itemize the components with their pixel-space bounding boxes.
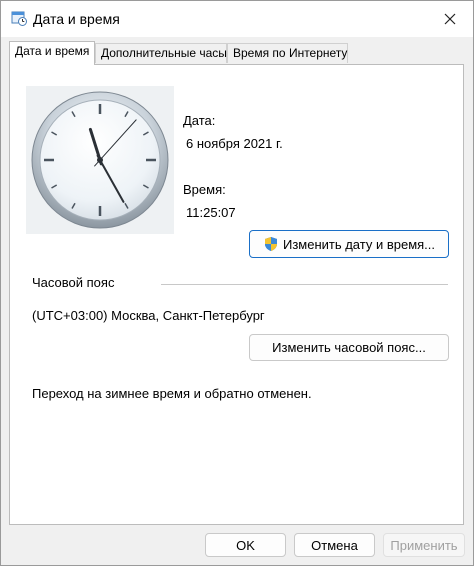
time-value: 11:25:07 [186,205,236,220]
analog-clock [26,86,174,234]
date-label: Дата: [183,113,216,128]
dialog-footer: OK Отмена Применить [1,525,473,565]
date-value: 6 ноября 2021 г. [186,136,283,151]
time-label: Время: [183,182,226,197]
timezone-separator [161,284,448,285]
dst-note: Переход на зимнее время и обратно отмене… [32,386,312,401]
timezone-section-label: Часовой пояс [32,275,115,290]
clock-center-pin [97,157,103,163]
change-date-time-button[interactable]: Изменить дату и время... [249,230,449,258]
tab-strip: Дата и время Дополнительные часы Время п… [9,41,469,65]
calendar-clock-icon [11,11,27,26]
close-icon [444,13,456,25]
tab-internet-time[interactable]: Время по Интернету [227,43,348,63]
timezone-value: (UTC+03:00) Москва, Санкт-Петербург [32,308,265,323]
change-timezone-button[interactable]: Изменить часовой пояс... [249,334,449,361]
window-title: Дата и время [33,11,120,27]
tab-panel: Дата: 6 ноября 2021 г. Время: 11:25:07 И… [9,64,464,525]
date-time-dialog: Дата и время Дата и время Дополнительные… [0,0,474,566]
apply-button[interactable]: Применить [383,533,465,557]
change-timezone-label: Изменить часовой пояс... [272,340,426,355]
title-bar[interactable]: Дата и время [1,1,473,37]
ok-button[interactable]: OK [205,533,286,557]
tab-date-time[interactable]: Дата и время [9,41,95,65]
change-date-time-label: Изменить дату и время... [282,236,436,252]
uac-shield-icon [264,237,277,251]
cancel-button[interactable]: Отмена [294,533,375,557]
tab-additional-clocks[interactable]: Дополнительные часы [95,43,227,63]
close-button[interactable] [427,1,473,37]
